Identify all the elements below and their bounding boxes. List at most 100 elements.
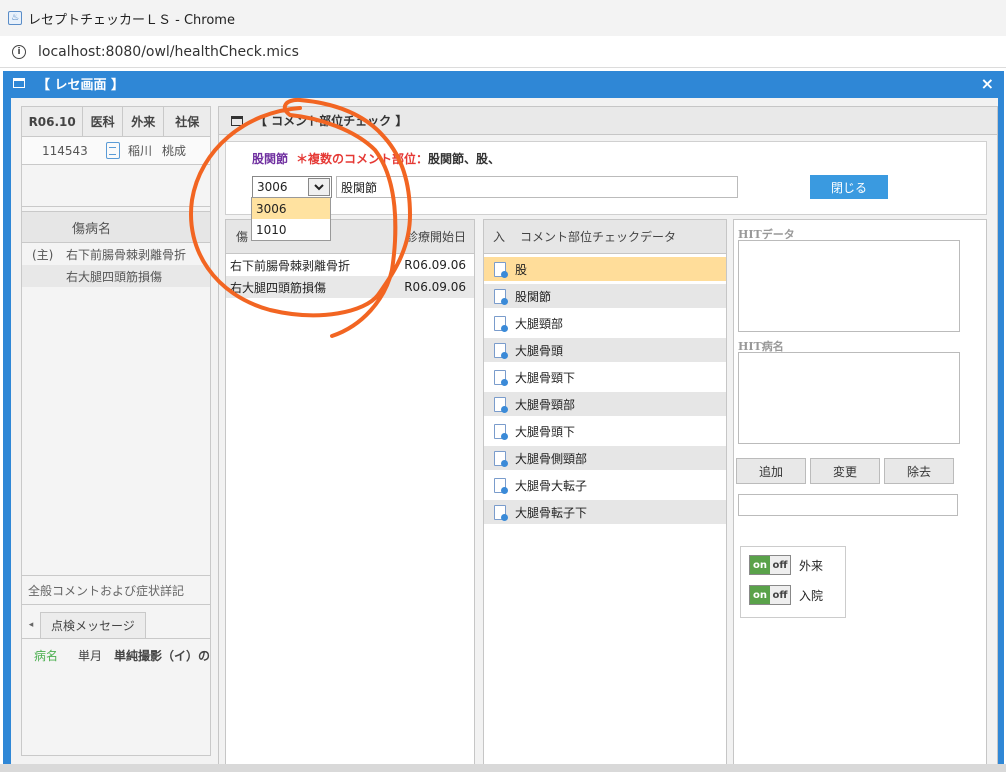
outpatient-toggle[interactable]: on off	[749, 555, 791, 575]
msg-category: 病名	[34, 648, 59, 663]
code-select[interactable]: 3006	[252, 176, 332, 198]
table-row[interactable]: 右大腿四頭筋損傷 R06.09.06	[226, 276, 474, 298]
patient-id: 114543	[42, 143, 88, 158]
dropdown-option[interactable]: 1010	[252, 219, 330, 240]
toggle-off: off	[770, 586, 790, 604]
msg-scope: 単月	[78, 648, 103, 663]
inpatient-toggle-row: on off 入院	[749, 585, 823, 605]
cp-in-header: 入	[492, 230, 505, 244]
document-arrow-icon[interactable]	[494, 342, 508, 359]
hit-panel: HITデータ HIT病名 追加 変更 除去 on off 外来 on off 入…	[733, 219, 987, 767]
code-select-value: 3006	[257, 180, 288, 194]
comment-part-label: 大腿骨転子下	[515, 505, 588, 520]
comment-part-label: 股関節	[515, 289, 552, 304]
document-icon[interactable]	[106, 142, 120, 159]
comment-part-label: 大腿骨頸下	[515, 370, 576, 385]
toggle-off: off	[770, 556, 790, 574]
document-arrow-icon[interactable]	[494, 315, 508, 332]
dx-row[interactable]: 右大腿四頭筋損傷	[22, 265, 210, 287]
comment-check-header: 【 コメント部位チェック 】	[219, 107, 997, 135]
list-item[interactable]: 大腿骨頭	[484, 338, 726, 362]
patient-row[interactable]: 114543 稲川 桃成	[22, 137, 210, 165]
dx-name: 右下前腸骨棘剥離骨折	[66, 247, 187, 262]
browser-title-bar: ♨ レセプトチェッカーＬＳ - Chrome	[0, 0, 1006, 36]
part-name-input[interactable]	[336, 176, 738, 198]
list-item[interactable]: 大腿頸部	[484, 311, 726, 335]
change-button[interactable]: 変更	[810, 458, 880, 484]
list-item[interactable]: 大腿骨転子下	[484, 500, 726, 524]
receipt-type: 医科	[83, 107, 123, 136]
dropdown-option[interactable]: 3006	[252, 198, 330, 219]
patient-name-1: 稲川	[128, 144, 153, 158]
document-arrow-icon[interactable]	[494, 261, 508, 278]
multi-part-value: 股関節、股、	[428, 152, 501, 166]
window-icon	[231, 115, 243, 126]
url-text[interactable]: localhost:8080/owl/healthCheck.mics	[38, 44, 299, 60]
document-arrow-icon[interactable]	[494, 450, 508, 467]
receipt-month: R06.10	[22, 107, 84, 136]
dialog-close-icon[interactable]: ×	[981, 74, 994, 93]
tab-check-message[interactable]: 点検メッセージ	[40, 612, 146, 638]
close-button[interactable]: 閉じる	[810, 175, 888, 199]
window-icon	[13, 78, 25, 88]
address-bar[interactable]: i localhost:8080/owl/healthCheck.mics	[0, 36, 1006, 68]
comment-part-rows: 股股関節大腿頸部大腿骨頭大腿骨頸下大腿骨頸部大腿骨頭下大腿骨側頸部大腿骨大転子大…	[484, 257, 726, 524]
browser-title: レセプトチェッカーＬＳ - Chrome	[28, 12, 235, 28]
receipt-summary-panel: R06.10 医科 外来 社保 114543 稲川 桃成 傷病名 (主) 右下前…	[21, 106, 211, 756]
tab-left-arrow-icon[interactable]: ◂	[22, 612, 40, 638]
document-arrow-icon[interactable]	[494, 423, 508, 440]
msg-text: 単純撮影（イ）の	[114, 648, 210, 663]
comment-part-label: 大腿骨頭	[515, 343, 564, 358]
general-comment-header[interactable]: 全般コメントおよび症状詳記	[22, 575, 210, 605]
document-arrow-icon[interactable]	[494, 288, 508, 305]
list-item[interactable]: 股	[484, 257, 726, 281]
comment-part-header: 入 コメント部位チェックデータ	[484, 220, 726, 254]
dx-date: R06.09.06	[404, 280, 466, 294]
dialog-title: 【 レセ画面 】	[37, 77, 125, 93]
app-icon: ♨	[8, 11, 22, 25]
dx-header: 傷病名	[22, 211, 210, 243]
hit-text-input[interactable]	[738, 494, 958, 516]
message-row[interactable]: 病名 単月 単純撮影（イ）の	[22, 645, 210, 665]
comment-part-label: 大腿骨頭下	[515, 424, 576, 439]
list-item[interactable]: 大腿骨側頸部	[484, 446, 726, 470]
comment-part-label: 大腿骨頸部	[515, 397, 576, 412]
list-item[interactable]: 大腿骨頭下	[484, 419, 726, 443]
inpatient-toggle[interactable]: on off	[749, 585, 791, 605]
patient-name-2: 桃成	[162, 144, 187, 158]
table-row[interactable]: 右下前腸骨棘剥離骨折 R06.09.06	[226, 254, 474, 276]
blank-area	[22, 165, 210, 207]
comment-part-label: 大腿骨大転子	[515, 478, 588, 493]
part-info-line: 股関節 ＊複数のコメント部位：股関節、股、	[252, 150, 500, 167]
rese-dialog: 【 レセ画面 】 × R06.10 医科 外来 社保 114543 稲川 桃成 …	[3, 71, 1004, 770]
list-item[interactable]: 大腿骨頸下	[484, 365, 726, 389]
message-tabs: ◂ 点検メッセージ	[22, 611, 210, 639]
dx-date-header: 診療開始日	[405, 230, 466, 244]
info-icon[interactable]: i	[12, 44, 26, 59]
list-item[interactable]: 大腿骨大転子	[484, 473, 726, 497]
list-item[interactable]: 大腿骨頸部	[484, 392, 726, 416]
list-item[interactable]: 股関節	[484, 284, 726, 308]
remove-button[interactable]: 除去	[884, 458, 954, 484]
dx-row[interactable]: (主) 右下前腸骨棘剥離骨折	[22, 243, 210, 265]
document-arrow-icon[interactable]	[494, 396, 508, 413]
cp-label-header: コメント部位チェックデータ	[520, 230, 677, 244]
document-arrow-icon[interactable]	[494, 477, 508, 494]
toggle-group: on off 外来 on off 入院	[740, 546, 846, 618]
dx-name: 右大腿四頭筋損傷	[230, 280, 327, 295]
comment-check-form: 股関節 ＊複数のコメント部位：股関節、股、 3006 閉じる	[225, 141, 987, 215]
comment-part-label: 股	[515, 262, 528, 277]
receipt-insurance: 社保	[175, 115, 200, 129]
document-arrow-icon[interactable]	[494, 369, 508, 386]
comment-part-check-panel: 【 コメント部位チェック 】 股関節 ＊複数のコメント部位：股関節、股、 3006…	[218, 106, 998, 767]
hit-data-box[interactable]	[738, 240, 960, 332]
document-arrow-icon[interactable]	[494, 504, 508, 521]
dialog-body: R06.10 医科 外来 社保 114543 稲川 桃成 傷病名 (主) 右下前…	[11, 98, 998, 767]
add-button[interactable]: 追加	[736, 458, 806, 484]
dx-tag: (主)	[32, 247, 54, 262]
dx-name: 右下前腸骨棘剥離骨折	[230, 258, 351, 273]
inpatient-label: 入院	[799, 588, 824, 603]
comment-part-data-list: 入 コメント部位チェックデータ 股股関節大腿頸部大腿骨頭大腿骨頸下大腿骨頸部大腿…	[483, 219, 727, 767]
chevron-down-icon[interactable]	[308, 178, 330, 196]
hit-dx-box[interactable]	[738, 352, 960, 444]
